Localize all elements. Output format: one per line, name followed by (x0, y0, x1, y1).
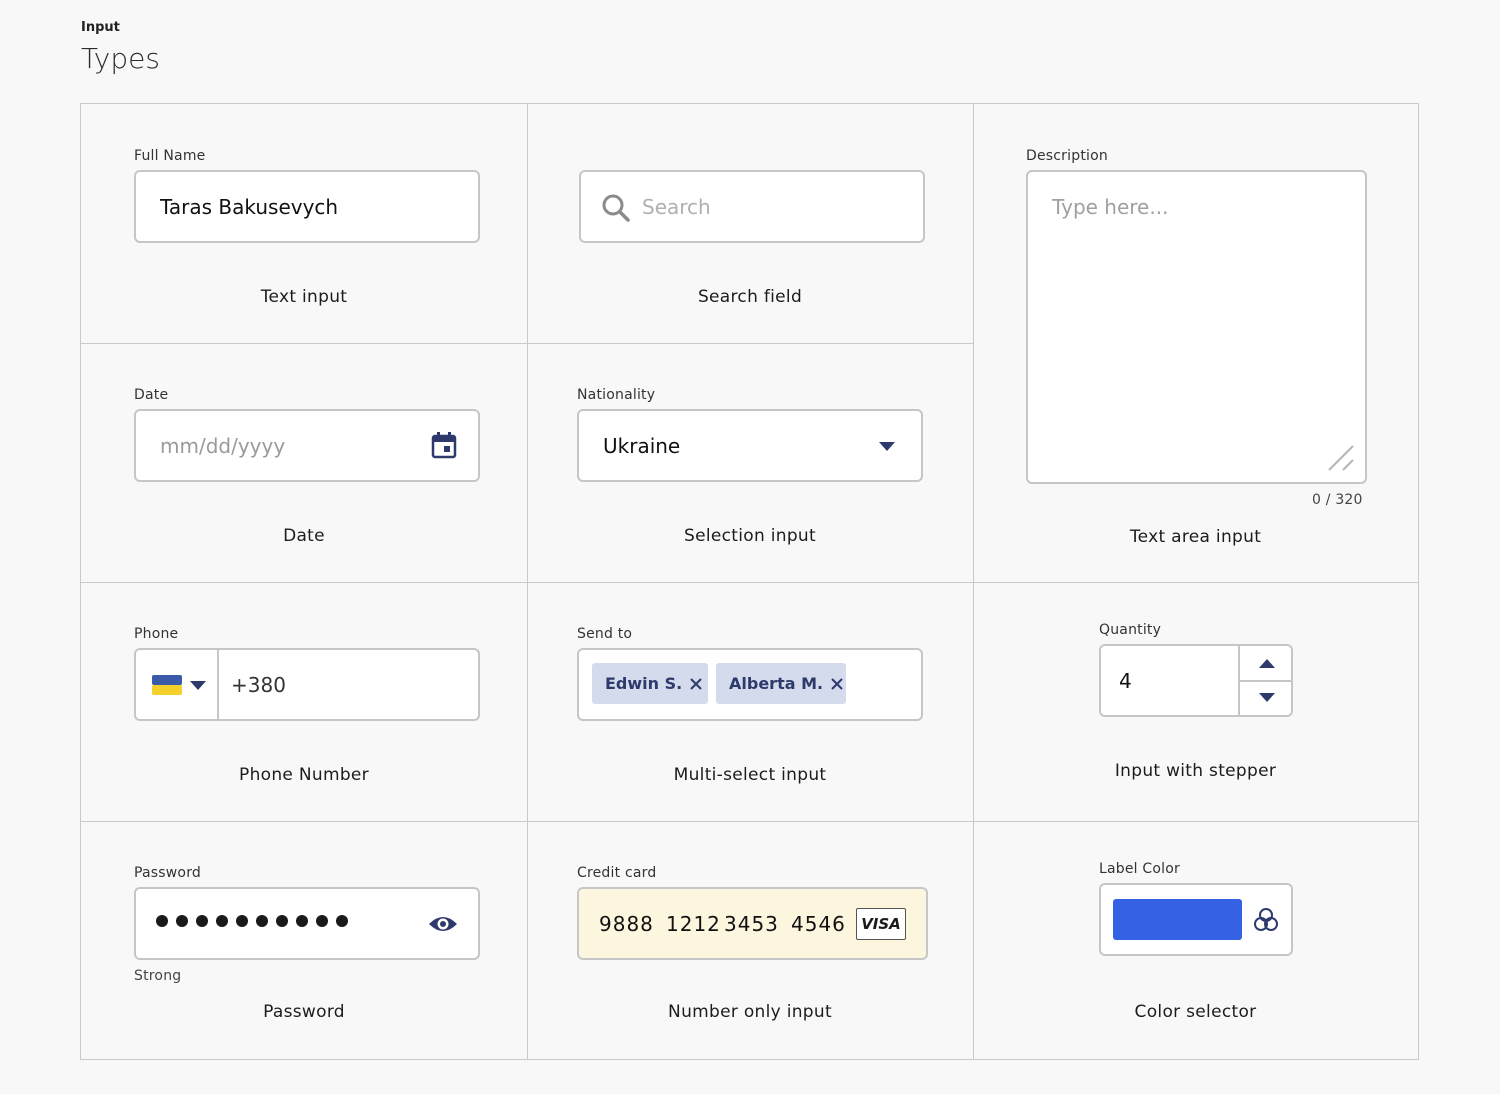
palette-icon[interactable] (1253, 907, 1279, 933)
input-types-grid: Full Name Taras Bakusevych Text input Se… (80, 103, 1419, 1060)
eye-icon[interactable] (428, 914, 458, 934)
calendar-icon[interactable] (431, 431, 457, 459)
cell-credit-card: Credit card 9888 1212 3453 4546 VISA Num… (527, 821, 973, 1059)
chip-alberta[interactable]: Alberta M. (716, 663, 846, 704)
char-counter: 0 / 320 (1312, 492, 1363, 508)
field-label: Phone (134, 626, 179, 642)
field-label: Send to (577, 626, 633, 642)
resize-handle-icon[interactable] (1326, 443, 1356, 473)
ukraine-flag-icon (152, 675, 182, 695)
chip-label: Edwin S. (605, 674, 683, 693)
masked-password (156, 915, 348, 927)
chip-edwin[interactable]: Edwin S. (592, 663, 708, 704)
phone-value: +380 (231, 673, 286, 697)
cell-search-field: Search Search field (527, 104, 973, 343)
field-label: Password (134, 865, 201, 881)
color-swatch[interactable] (1113, 899, 1242, 940)
search-input[interactable]: Search (579, 170, 925, 243)
cell-multi-select: Send to Edwin S. Alberta M. Multi-select… (527, 582, 973, 821)
date-placeholder: mm/dd/yyyy (160, 434, 286, 458)
textarea-placeholder: Type here... (1052, 195, 1169, 219)
cell-caption: Phone Number (239, 765, 369, 785)
visa-logo-icon: VISA (856, 908, 906, 940)
field-label: Quantity (1099, 622, 1162, 638)
card-group: 1212 (666, 912, 721, 936)
send-to-multiselect[interactable]: Edwin S. Alberta M. (577, 648, 923, 721)
field-label: Full Name (134, 148, 206, 164)
phone-input[interactable]: +380 (134, 648, 480, 721)
stepper-value: 4 (1119, 669, 1132, 693)
page-title: Types (81, 42, 160, 75)
nationality-select[interactable]: Ukraine (577, 409, 923, 482)
cell-caption: Date (283, 526, 325, 546)
cell-stepper: Quantity 4 Input with stepper (973, 582, 1418, 821)
cell-caption: Password (263, 1002, 345, 1022)
input-value: Taras Bakusevych (160, 195, 339, 219)
header-kicker: Input (81, 20, 120, 35)
caret-down-icon (190, 681, 206, 690)
cell-caption: Number only input (668, 1002, 832, 1022)
country-code-select[interactable] (136, 650, 219, 719)
cell-caption: Text area input (1129, 527, 1262, 547)
decrement-button[interactable] (1259, 693, 1275, 703)
password-strength: Strong (134, 968, 182, 984)
caret-down-icon (879, 442, 895, 451)
remove-chip-icon[interactable] (690, 677, 702, 690)
cell-date: Date mm/dd/yyyy Date (81, 343, 527, 582)
field-label: Nationality (577, 387, 656, 403)
cell-caption: Input with stepper (1114, 761, 1277, 781)
field-label: Date (134, 387, 169, 403)
full-name-input[interactable]: Taras Bakusevych (134, 170, 480, 243)
field-label: Label Color (1099, 861, 1180, 877)
quantity-stepper[interactable]: 4 (1099, 644, 1293, 717)
increment-button[interactable] (1259, 659, 1275, 669)
cell-textarea: Description Type here... 0 / 320 Text ar… (973, 104, 1418, 582)
remove-chip-icon[interactable] (831, 677, 843, 690)
cell-caption: Color selector (1134, 1002, 1257, 1022)
cell-text-input: Full Name Taras Bakusevych Text input (81, 104, 527, 343)
card-group: 4546 (791, 912, 846, 936)
cell-selection: Nationality Ukraine Selection input (527, 343, 973, 582)
credit-card-input[interactable]: 9888 1212 3453 4546 VISA (577, 887, 928, 960)
cell-phone: Phone +380 Phone Number (81, 582, 527, 821)
field-label: Credit card (577, 865, 657, 881)
cell-password: Password Strong Password (81, 821, 527, 1059)
selected-value: Ukraine (603, 434, 681, 458)
cell-caption: Text input (260, 287, 348, 307)
search-placeholder: Search (642, 195, 711, 219)
password-input[interactable] (134, 887, 480, 960)
chip-label: Alberta M. (729, 674, 824, 693)
field-label: Description (1026, 148, 1108, 164)
card-brand: VISA (861, 915, 901, 933)
stepper-divider (1238, 680, 1291, 682)
search-icon (602, 194, 630, 222)
card-group: 9888 (599, 912, 654, 936)
date-input[interactable]: mm/dd/yyyy (134, 409, 480, 482)
cell-color-selector: Label Color Color selector (973, 821, 1418, 1059)
description-textarea[interactable]: Type here... (1026, 170, 1367, 484)
cell-caption: Selection input (684, 526, 816, 546)
color-selector-input[interactable] (1099, 883, 1293, 956)
cell-caption: Search field (697, 287, 803, 307)
cell-caption: Multi-select input (673, 765, 827, 785)
card-group: 3453 (724, 912, 779, 936)
